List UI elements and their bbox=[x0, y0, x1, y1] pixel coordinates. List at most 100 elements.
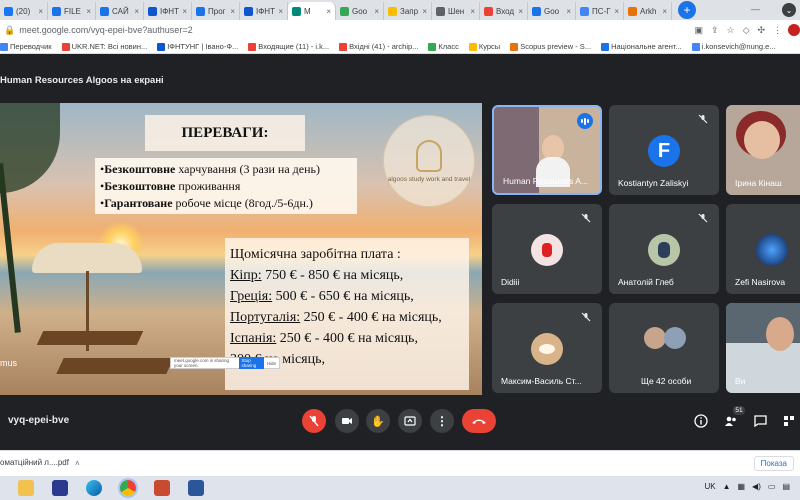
bookmark-item[interactable]: ІФНТУНГ | Івано-Ф... bbox=[157, 42, 238, 51]
self-view-tile[interactable]: Ви bbox=[726, 303, 800, 393]
download-item[interactable]: оматційний л....pdf bbox=[0, 458, 69, 467]
volume-icon[interactable]: ◀) bbox=[752, 482, 761, 491]
app-icon[interactable] bbox=[52, 480, 68, 496]
browser-tab[interactable]: FILE × bbox=[48, 2, 96, 20]
tab-favicon-icon bbox=[292, 6, 301, 16]
file-explorer-icon[interactable] bbox=[18, 480, 34, 496]
more-options-button[interactable]: ⋮ bbox=[430, 409, 454, 433]
hide-button[interactable]: Hide bbox=[267, 361, 276, 366]
tray-expand-icon[interactable]: ▲ bbox=[723, 482, 731, 491]
bookmark-item[interactable]: Переводчик bbox=[0, 42, 52, 51]
logo-emblem-icon bbox=[416, 139, 442, 172]
tab-close-icon[interactable]: × bbox=[662, 7, 667, 16]
minimize-button[interactable]: — bbox=[751, 4, 760, 14]
tab-close-icon[interactable]: × bbox=[278, 7, 283, 16]
url-field[interactable]: meet.google.com/vyq-epei-bve?authuser=2 bbox=[19, 25, 694, 35]
edge-icon[interactable] bbox=[86, 480, 102, 496]
participant-tile[interactable]: Didiii bbox=[492, 204, 602, 294]
participant-tile[interactable]: Анатолій Глеб bbox=[609, 204, 719, 294]
tab-label: Goo bbox=[352, 6, 368, 16]
participant-tile[interactable]: Ірина Кінаш bbox=[726, 105, 800, 195]
mic-toggle-button[interactable] bbox=[302, 409, 326, 433]
browser-tab[interactable]: ІФНТ × bbox=[144, 2, 192, 20]
browser-tab[interactable]: Прог × bbox=[192, 2, 240, 20]
participant-avatar bbox=[756, 234, 788, 266]
keyboard-language[interactable]: UK bbox=[704, 482, 715, 491]
tab-close-icon[interactable]: × bbox=[134, 7, 139, 16]
participant-tile[interactable]: Ще 42 особи bbox=[609, 303, 719, 393]
tab-search-button[interactable]: ⌄ bbox=[782, 3, 796, 17]
bookmark-item[interactable]: Scopus preview - S... bbox=[510, 42, 591, 51]
tab-close-icon[interactable]: × bbox=[422, 7, 427, 16]
profile-avatar[interactable] bbox=[788, 24, 800, 36]
menu-icon[interactable]: ⋮ bbox=[773, 25, 782, 36]
participant-tile[interactable]: F Kostiantyn Zaliskyi bbox=[609, 105, 719, 195]
browser-tab[interactable]: Arkh × bbox=[624, 2, 672, 20]
participant-tile[interactable]: Zefi Nasirova bbox=[726, 204, 800, 294]
tab-close-icon[interactable]: × bbox=[566, 7, 571, 16]
lock-icon: 🔒 bbox=[4, 24, 16, 35]
tab-close-icon[interactable]: × bbox=[230, 7, 235, 16]
salary-amount: 250 € - 400 € на місяць, bbox=[276, 331, 418, 346]
show-everyone-button[interactable] bbox=[722, 412, 740, 430]
participant-tile[interactable]: Максим-Василь Ст... bbox=[492, 303, 602, 393]
bookmark-item[interactable]: Вхідні (41) - archip... bbox=[339, 42, 418, 51]
tab-close-icon[interactable]: × bbox=[38, 7, 43, 16]
share-icon[interactable]: ⇪ bbox=[711, 25, 719, 36]
browser-tab[interactable]: (20) × bbox=[0, 2, 48, 20]
stop-sharing-button[interactable]: Stop sharing bbox=[238, 357, 264, 369]
notifications-icon[interactable]: ▤ bbox=[782, 482, 790, 491]
bookmark-item[interactable]: Національне агент... bbox=[601, 42, 682, 51]
hand-icon: ✋ bbox=[371, 415, 385, 428]
bookmark-label: Курсы bbox=[478, 42, 501, 51]
activities-button[interactable] bbox=[780, 412, 798, 430]
browser-tab[interactable]: ІФНТ × bbox=[240, 2, 288, 20]
browser-tab[interactable]: Goo × bbox=[336, 2, 384, 20]
extension-icon[interactable]: ◇ bbox=[743, 25, 750, 36]
leave-call-button[interactable] bbox=[462, 409, 496, 433]
tab-close-icon[interactable]: × bbox=[470, 7, 475, 16]
browser-tab[interactable]: Шен × bbox=[432, 2, 480, 20]
bookmark-star-icon[interactable]: ☆ bbox=[727, 25, 735, 36]
tab-close-icon[interactable]: × bbox=[614, 7, 619, 16]
browser-tab[interactable]: САЙ × bbox=[96, 2, 144, 20]
bookmark-favicon-icon bbox=[157, 42, 166, 51]
browser-tab[interactable]: Запр × bbox=[384, 2, 432, 20]
browser-tab[interactable]: Goo × bbox=[528, 2, 576, 20]
chrome-icon[interactable] bbox=[120, 480, 136, 496]
tab-close-icon[interactable]: × bbox=[518, 7, 523, 16]
bookmark-item[interactable]: Входящие (11) - i.k... bbox=[248, 42, 329, 51]
browser-tab[interactable]: ПС-Г × bbox=[576, 2, 624, 20]
camera-toggle-button[interactable] bbox=[335, 409, 359, 433]
benefit-item: •Безкоштовне проживання bbox=[100, 178, 352, 195]
bookmark-item[interactable]: UKR.NET: Всі новин... bbox=[61, 42, 147, 51]
bookmark-favicon-icon bbox=[428, 42, 437, 51]
new-tab-button[interactable]: + bbox=[678, 1, 696, 19]
chat-button[interactable] bbox=[751, 412, 769, 430]
present-now-button[interactable] bbox=[398, 409, 422, 433]
network-icon[interactable]: ▦ bbox=[737, 482, 745, 491]
camera-icon[interactable]: ▣ bbox=[694, 25, 703, 36]
bookmark-item[interactable]: Курсы bbox=[468, 42, 501, 51]
word-icon[interactable] bbox=[188, 480, 204, 496]
browser-tab[interactable]: M × bbox=[288, 2, 336, 20]
powerpoint-icon[interactable] bbox=[154, 480, 170, 496]
bookmark-item[interactable]: Класс bbox=[428, 42, 459, 51]
bookmark-favicon-icon bbox=[510, 42, 519, 51]
browser-tab[interactable]: Вход × bbox=[480, 2, 528, 20]
tab-close-icon[interactable]: × bbox=[182, 7, 187, 16]
tab-close-icon[interactable]: × bbox=[326, 7, 331, 16]
show-all-downloads-button[interactable]: Показа bbox=[753, 456, 794, 471]
participant-tile[interactable]: Human Resources A... bbox=[492, 105, 602, 195]
raise-hand-button[interactable]: ✋ bbox=[366, 409, 390, 433]
tab-close-icon[interactable]: × bbox=[374, 7, 379, 16]
bookmark-favicon-icon bbox=[468, 42, 477, 51]
extensions-puzzle-icon[interactable]: ✣ bbox=[758, 25, 766, 36]
bookmark-label: Національне агент... bbox=[611, 42, 682, 51]
tab-label: FILE bbox=[64, 6, 81, 16]
meeting-details-button[interactable] bbox=[692, 412, 710, 430]
chevron-up-icon[interactable]: ˄ bbox=[75, 459, 80, 468]
battery-icon[interactable]: ▭ bbox=[768, 482, 776, 491]
bookmark-item[interactable]: i.konsevich@nung.e... bbox=[691, 42, 776, 51]
tab-close-icon[interactable]: × bbox=[86, 7, 91, 16]
